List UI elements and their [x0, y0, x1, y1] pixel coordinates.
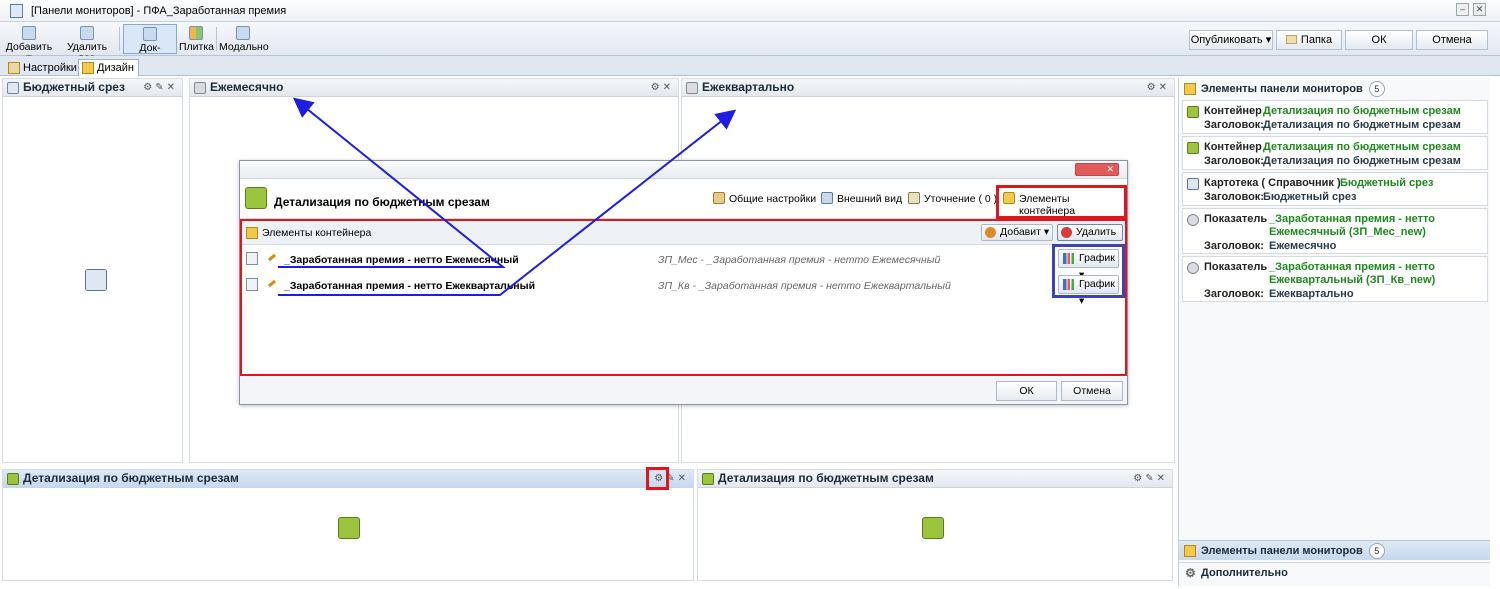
count-badge: 5 [1368, 543, 1385, 559]
card-kind: Показатель [1204, 261, 1268, 273]
card-header: Детализация по бюджетным срезам [1263, 155, 1461, 167]
card-kind: Показатель [1204, 213, 1268, 225]
card-kind: Картотека ( Справочник ) [1204, 177, 1341, 189]
container-elements-icon [1184, 83, 1196, 95]
extra-label: Дополнительно [1201, 567, 1288, 579]
monitor-elements-pane: Элементы панели мониторов 5 Контейнер Дет… [1178, 78, 1490, 586]
container-icon [1187, 142, 1199, 154]
card-value: Детализация по бюджетным срезам [1263, 141, 1461, 153]
card-value: _Заработанная премия - нетто [1269, 213, 1435, 225]
container-icon [1187, 106, 1199, 118]
pane-title: Элементы панели мониторов [1201, 545, 1363, 557]
list-item[interactable]: Показатель _Заработанная премия - нетто … [1182, 208, 1488, 254]
list-item[interactable]: Контейнер Детализация по бюджетным среза… [1182, 136, 1488, 170]
card-value: _Заработанная премия - нетто [1269, 261, 1435, 273]
card-header-key: Заголовок: [1204, 119, 1264, 131]
container-elements-icon [1184, 545, 1196, 557]
card-value: Детализация по бюджетным срезам [1263, 105, 1461, 117]
card-kind: Контейнер [1204, 141, 1262, 153]
card-header-key: Заголовок: [1204, 155, 1264, 167]
pane-header: Элементы панели мониторов 5 [1179, 79, 1490, 99]
list-item[interactable]: Картотека ( Справочник ) Бюджетный срез … [1182, 172, 1488, 206]
list-item[interactable]: Показатель _Заработанная премия - нетто … [1182, 256, 1488, 302]
card-header: Бюджетный срез [1263, 191, 1357, 203]
card-header-key: Заголовок: [1204, 240, 1264, 252]
gear-icon: ⚙ [1185, 566, 1196, 580]
pane-title: Элементы панели мониторов [1201, 83, 1363, 95]
card-header-key: Заголовок: [1204, 191, 1264, 203]
card-kind: Контейнер [1204, 105, 1262, 117]
card-value: Ежемесячный (ЗП_Мес_new) [1269, 226, 1426, 238]
card-value: Ежеквартальный (ЗП_Кв_new) [1269, 274, 1436, 286]
list-item[interactable]: Контейнер Детализация по бюджетным среза… [1182, 100, 1488, 134]
indicator-icon [1187, 262, 1199, 274]
card-header: Ежемесячно [1269, 240, 1337, 252]
count-badge: 5 [1368, 81, 1385, 97]
card-header: Ежеквартально [1269, 288, 1354, 300]
footer-section-header[interactable]: Элементы панели мониторов 5 [1179, 540, 1490, 560]
card-file-icon [1187, 178, 1199, 190]
extra-section-header[interactable]: ⚙ Дополнительно [1179, 562, 1490, 582]
card-header-key: Заголовок: [1204, 288, 1264, 300]
indicator-icon [1187, 214, 1199, 226]
card-value: Бюджетный срез [1340, 177, 1434, 189]
card-header: Детализация по бюджетным срезам [1263, 119, 1461, 131]
arrow-to-monthly [278, 97, 506, 268]
